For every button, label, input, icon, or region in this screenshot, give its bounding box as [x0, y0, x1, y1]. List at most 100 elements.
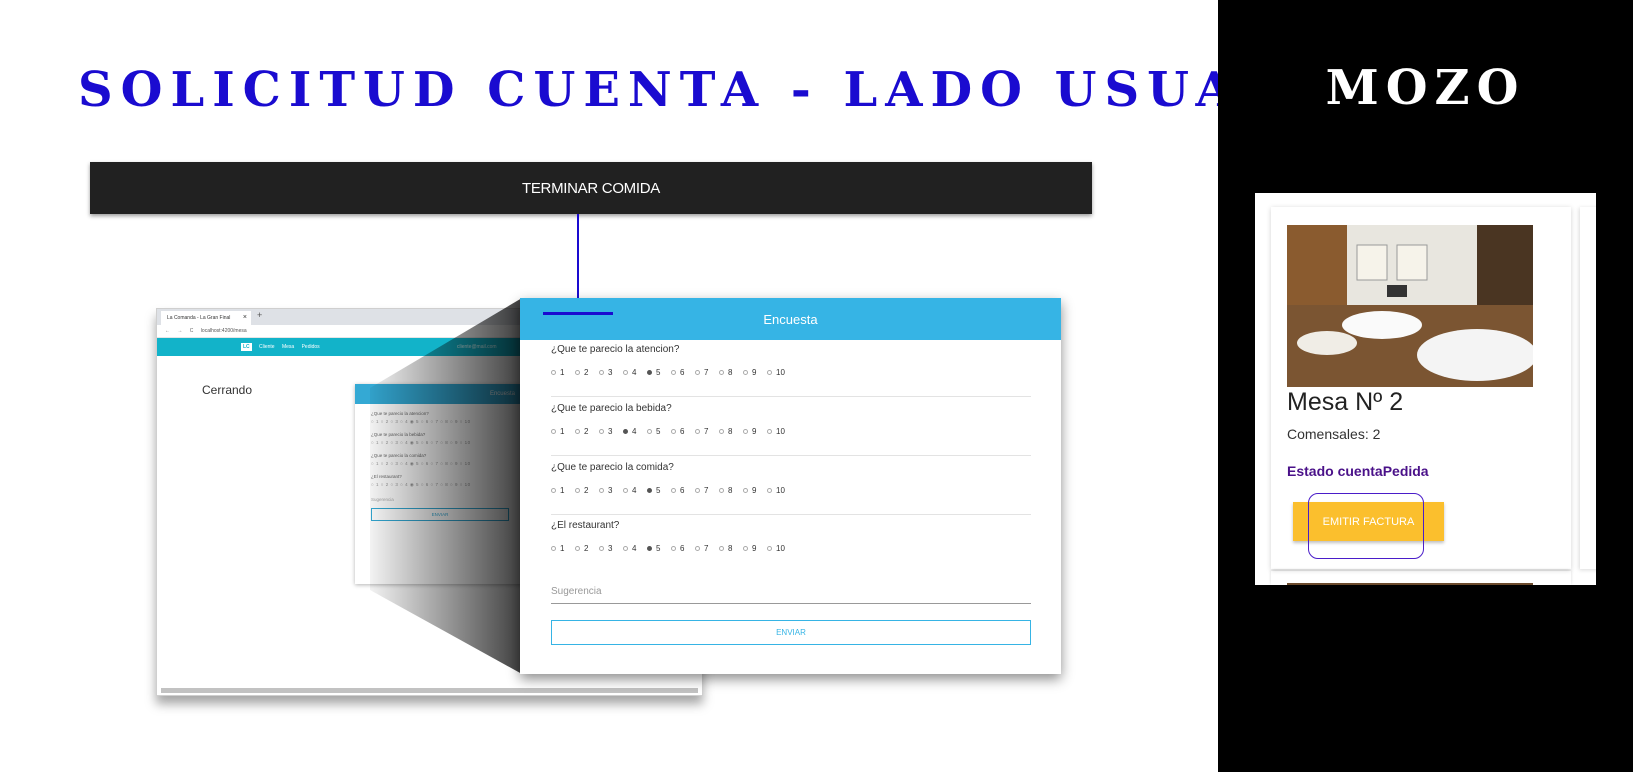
browser-tab[interactable]: La Comanda - La Gran Final ×	[161, 311, 251, 325]
rating-option[interactable]: 7	[695, 486, 708, 495]
rating-option[interactable]: 5	[647, 427, 660, 436]
mini-suggestion-input[interactable]: Sugerencia	[355, 488, 525, 502]
rating-option[interactable]: 2	[575, 427, 588, 436]
radio-button[interactable]	[743, 429, 748, 434]
radio-button[interactable]	[599, 429, 604, 434]
rating-option[interactable]: 9	[743, 368, 756, 377]
back-icon[interactable]: ←	[165, 328, 170, 334]
rating-option[interactable]: 10	[767, 427, 785, 436]
radio-button[interactable]	[623, 370, 628, 375]
radio-button[interactable]	[695, 488, 700, 493]
nav-item-cliente[interactable]: Cliente	[259, 344, 275, 350]
send-button[interactable]: ENVIAR	[551, 620, 1031, 645]
rating-option-label: 3	[608, 427, 613, 436]
radio-button[interactable]	[743, 488, 748, 493]
radio-button[interactable]	[695, 429, 700, 434]
reload-icon[interactable]: C	[190, 328, 194, 334]
radio-button[interactable]	[551, 370, 556, 375]
close-icon[interactable]: ×	[243, 311, 247, 325]
radio-button[interactable]	[551, 488, 556, 493]
radio-button[interactable]	[599, 546, 604, 551]
radio-button[interactable]	[719, 488, 724, 493]
rating-option[interactable]: 4	[623, 544, 636, 553]
nav-user-email[interactable]: cliente@mail.com	[457, 338, 497, 356]
rating-option[interactable]: 10	[767, 368, 785, 377]
new-tab-icon[interactable]: +	[257, 310, 262, 320]
rating-option[interactable]: 6	[671, 544, 684, 553]
rating-option[interactable]: 8	[719, 368, 732, 377]
radio-button[interactable]	[671, 370, 676, 375]
rating-option[interactable]: 4	[623, 368, 636, 377]
radio-button[interactable]	[623, 429, 628, 434]
mini-send-button[interactable]: ENVIAR	[371, 508, 509, 521]
rating-option[interactable]: 3	[599, 368, 612, 377]
rating-option[interactable]: 1	[551, 427, 564, 436]
rating-option[interactable]: 3	[599, 544, 612, 553]
radio-button[interactable]	[647, 429, 652, 434]
radio-button[interactable]	[719, 370, 724, 375]
rating-option[interactable]: 2	[575, 544, 588, 553]
rating-option[interactable]: 7	[695, 427, 708, 436]
radio-button[interactable]	[671, 488, 676, 493]
horizontal-scrollbar[interactable]	[161, 688, 698, 693]
suggestion-input[interactable]: Sugerencia	[551, 586, 1031, 604]
rating-option[interactable]: 6	[671, 368, 684, 377]
rating-option[interactable]: 5	[647, 486, 660, 495]
radio-button[interactable]	[743, 370, 748, 375]
radio-button[interactable]	[575, 546, 580, 551]
radio-button[interactable]	[575, 488, 580, 493]
rating-option[interactable]: 8	[719, 544, 732, 553]
radio-button[interactable]	[623, 488, 628, 493]
radio-button[interactable]	[743, 546, 748, 551]
forward-icon[interactable]: →	[177, 328, 182, 334]
rating-option[interactable]: 10	[767, 486, 785, 495]
rating-option[interactable]: 3	[599, 427, 612, 436]
radio-button[interactable]	[695, 370, 700, 375]
rating-option[interactable]: 7	[695, 368, 708, 377]
rating-option[interactable]: 4	[623, 427, 636, 436]
rating-option[interactable]: 3	[599, 486, 612, 495]
radio-button[interactable]	[767, 370, 772, 375]
rating-option[interactable]: 9	[743, 427, 756, 436]
rating-option[interactable]: 1	[551, 486, 564, 495]
rating-option[interactable]: 1	[551, 544, 564, 553]
radio-button[interactable]	[551, 429, 556, 434]
end-meal-bar[interactable]: TERMINAR COMIDA	[90, 162, 1092, 214]
radio-button[interactable]	[647, 488, 652, 493]
radio-button[interactable]	[623, 546, 628, 551]
radio-button[interactable]	[671, 429, 676, 434]
closing-status: Cerrando	[202, 383, 253, 397]
radio-button[interactable]	[767, 488, 772, 493]
radio-button[interactable]	[599, 488, 604, 493]
radio-button[interactable]	[575, 429, 580, 434]
rating-option[interactable]: 6	[671, 486, 684, 495]
radio-button[interactable]	[647, 370, 652, 375]
radio-button[interactable]	[767, 429, 772, 434]
rating-option[interactable]: 1	[551, 368, 564, 377]
rating-option[interactable]: 8	[719, 486, 732, 495]
rating-option[interactable]: 4	[623, 486, 636, 495]
radio-button[interactable]	[719, 429, 724, 434]
rating-option[interactable]: 5	[647, 544, 660, 553]
radio-button[interactable]	[575, 370, 580, 375]
rating-option[interactable]: 9	[743, 544, 756, 553]
radio-button[interactable]	[671, 546, 676, 551]
rating-option[interactable]: 9	[743, 486, 756, 495]
radio-button[interactable]	[551, 546, 556, 551]
rating-option[interactable]: 2	[575, 368, 588, 377]
radio-button[interactable]	[599, 370, 604, 375]
rating-option[interactable]: 5	[647, 368, 660, 377]
rating-option[interactable]: 2	[575, 486, 588, 495]
rating-option[interactable]: 8	[719, 427, 732, 436]
radio-button[interactable]	[647, 546, 652, 551]
radio-button[interactable]	[719, 546, 724, 551]
nav-item-pedidos[interactable]: Pedidos	[302, 344, 320, 350]
app-logo[interactable]: LC	[241, 343, 252, 351]
nav-item-mesa[interactable]: Mesa	[282, 344, 294, 350]
radio-button[interactable]	[695, 546, 700, 551]
rating-option[interactable]: 7	[695, 544, 708, 553]
highlight-ring	[1308, 493, 1424, 559]
rating-option[interactable]: 10	[767, 544, 785, 553]
rating-option[interactable]: 6	[671, 427, 684, 436]
radio-button[interactable]	[767, 546, 772, 551]
